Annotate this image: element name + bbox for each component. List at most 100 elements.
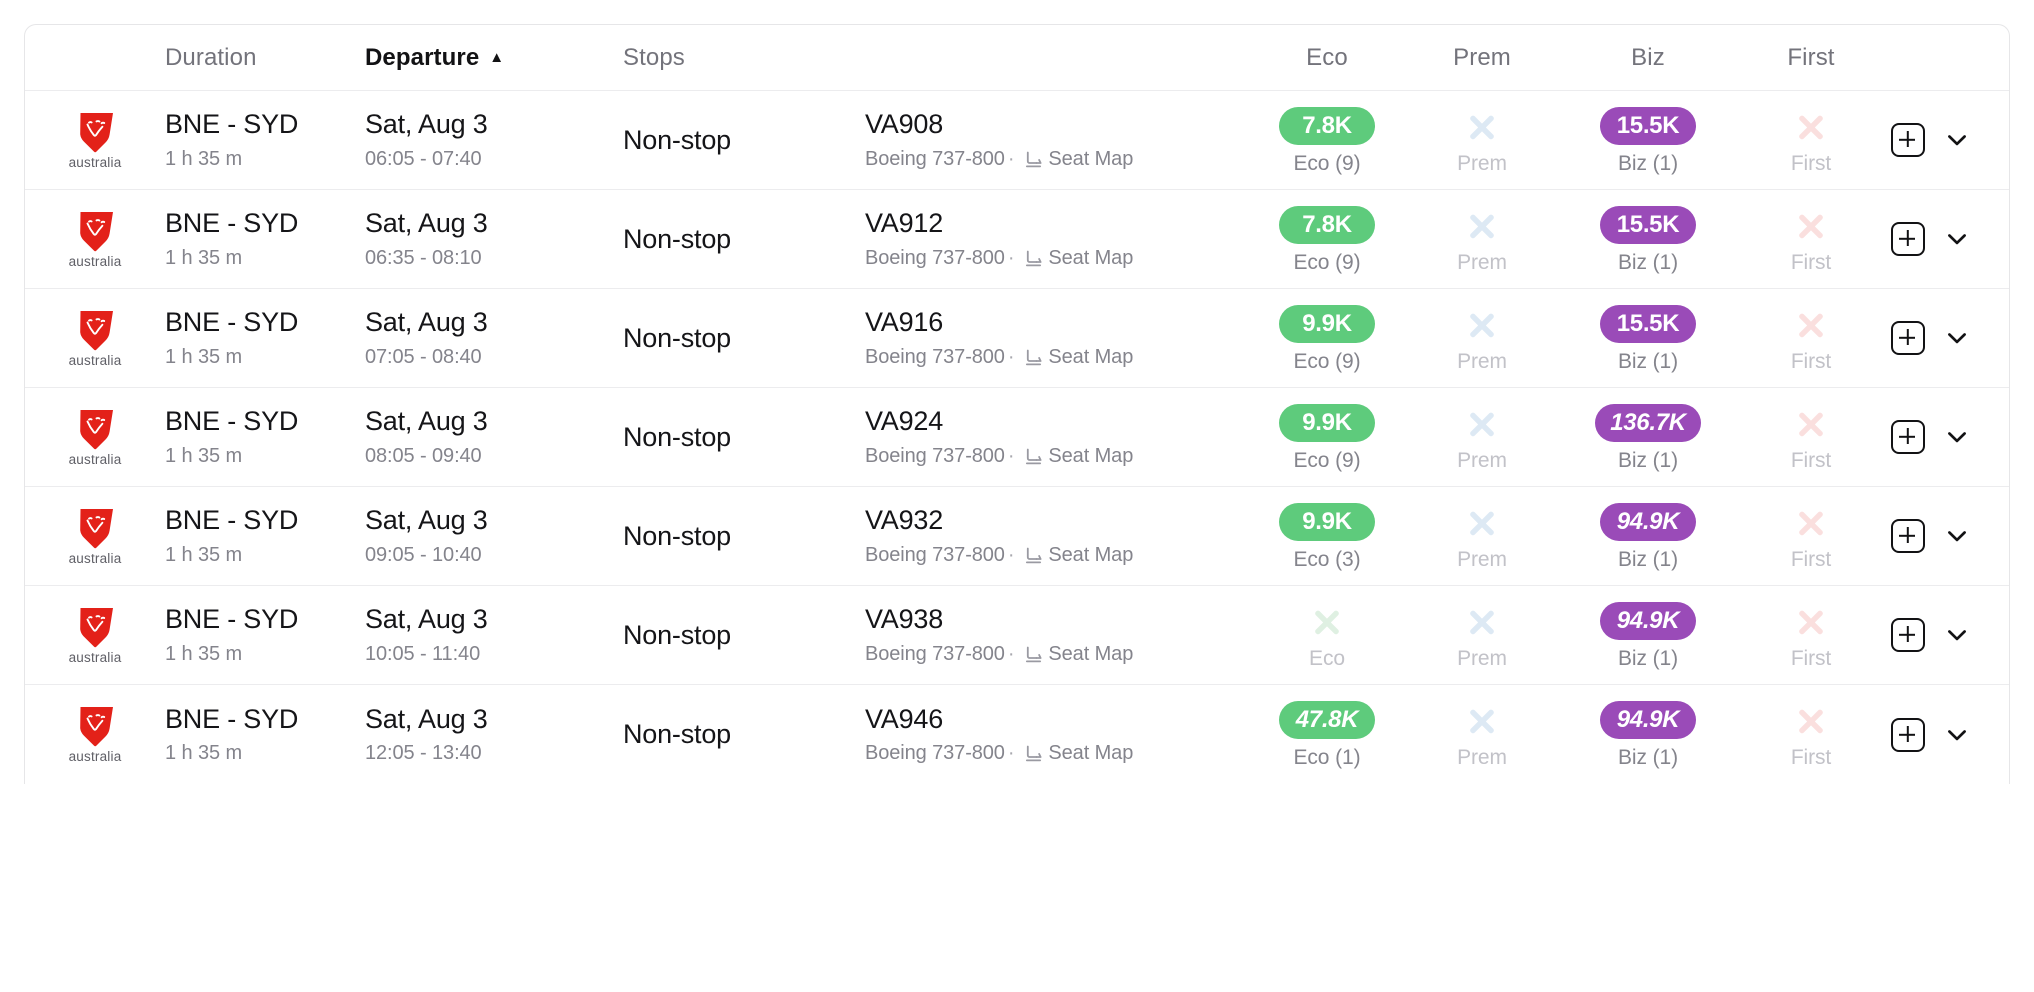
- fare-cell-biz[interactable]: 94.9K Biz (1): [1565, 601, 1731, 669]
- seat-map-link[interactable]: Seat Map: [1048, 742, 1133, 764]
- chevron-down-icon[interactable]: [1942, 422, 1972, 452]
- seat-map-link[interactable]: Seat Map: [1048, 544, 1133, 566]
- seat-map-link[interactable]: Seat Map: [1048, 346, 1133, 368]
- fare-label-first: First: [1790, 250, 1832, 274]
- departure-times-label: 10:05 - 11:40: [365, 642, 481, 665]
- flight-results-table: Duration Departure ▲ Stops Eco Prem Biz F…: [24, 24, 2010, 784]
- fare-cell-eco[interactable]: 9.9K Eco (3): [1255, 502, 1399, 570]
- fare-price-biz[interactable]: 94.9K: [1600, 701, 1696, 739]
- fare-price-biz[interactable]: 94.9K: [1600, 502, 1696, 541]
- departure-cell: Sat, Aug 3 06:35 - 08:10: [365, 208, 623, 270]
- seat-map-link[interactable]: Seat Map: [1048, 445, 1133, 467]
- flight-details-cell: VA938 Boeing 737-800 · Seat Map: [865, 604, 1255, 666]
- departure-date-label: Sat, Aug 3: [365, 208, 488, 239]
- airline-logo-cell: australia: [25, 309, 165, 368]
- fare-price-biz[interactable]: 136.7K: [1595, 403, 1701, 442]
- departure-cell: Sat, Aug 3 10:05 - 11:40: [365, 604, 623, 666]
- fare-label-eco: Eco (9): [1293, 151, 1361, 175]
- row-actions: [1891, 123, 2009, 157]
- chevron-down-icon[interactable]: [1942, 125, 1972, 155]
- flight-number-label: VA946: [865, 703, 944, 734]
- table-row[interactable]: australia BNE - SYD 1 h 35 m Sat, Aug 3 10:0…: [25, 586, 2009, 685]
- fare-cell-prem: Prem: [1399, 404, 1565, 471]
- fare-cell-eco[interactable]: 7.8K Eco (9): [1255, 205, 1399, 273]
- virgin-australia-logo-icon: [75, 210, 115, 254]
- header-prem[interactable]: Prem: [1399, 44, 1565, 72]
- fare-label-eco: Eco: [1309, 646, 1345, 670]
- fare-price-eco[interactable]: 9.9K: [1279, 403, 1375, 442]
- fare-cell-first: First: [1731, 503, 1891, 570]
- header-duration[interactable]: Duration: [165, 44, 365, 72]
- chevron-down-icon[interactable]: [1942, 224, 1972, 254]
- fare-cell-biz[interactable]: 94.9K Biz (1): [1565, 701, 1731, 768]
- table-row[interactable]: australia BNE - SYD 1 h 35 m Sat, Aug 3 06:0…: [25, 91, 2009, 190]
- plus-square-icon[interactable]: [1891, 321, 1925, 355]
- table-row[interactable]: australia BNE - SYD 1 h 35 m Sat, Aug 3 06:3…: [25, 190, 2009, 289]
- fare-cell-eco[interactable]: 47.8K Eco (1): [1255, 701, 1399, 768]
- fare-price-eco[interactable]: 47.8K: [1279, 701, 1375, 739]
- flight-number-label: VA924: [865, 406, 944, 437]
- fare-price-biz[interactable]: 15.5K: [1600, 304, 1696, 343]
- chevron-down-icon[interactable]: [1942, 323, 1972, 353]
- plus-square-icon[interactable]: [1891, 717, 1925, 752]
- table-row[interactable]: australia BNE - SYD 1 h 35 m Sat, Aug 3 12:0…: [25, 685, 2009, 784]
- header-departure[interactable]: Departure ▲: [365, 44, 623, 72]
- fare-price-biz[interactable]: 94.9K: [1600, 601, 1696, 640]
- flight-number-label: VA908: [865, 109, 944, 140]
- stops-label: Non-stop: [623, 124, 731, 155]
- fare-cell-biz[interactable]: 136.7K Biz (1): [1565, 403, 1731, 471]
- plus-square-icon[interactable]: [1891, 420, 1925, 454]
- fare-cell-biz[interactable]: 15.5K Biz (1): [1565, 304, 1731, 372]
- fare-cell-eco[interactable]: 7.8K Eco (9): [1255, 106, 1399, 175]
- fare-label-biz: Biz (1): [1618, 746, 1678, 769]
- fare-price-eco[interactable]: 7.8K: [1279, 106, 1375, 145]
- virgin-australia-logo-icon: [75, 408, 115, 452]
- table-row[interactable]: australia BNE - SYD 1 h 35 m Sat, Aug 3 09:0…: [25, 487, 2009, 586]
- virgin-australia-logo-icon: [75, 705, 115, 749]
- table-body: australia BNE - SYD 1 h 35 m Sat, Aug 3 06:0…: [25, 91, 2009, 784]
- plus-square-icon[interactable]: [1891, 618, 1925, 652]
- fare-cell-biz[interactable]: 15.5K Biz (1): [1565, 106, 1731, 174]
- seat-icon: [1017, 742, 1048, 764]
- header-first[interactable]: First: [1731, 44, 1891, 72]
- fare-price-eco[interactable]: 9.9K: [1279, 304, 1375, 343]
- fare-price-biz[interactable]: 15.5K: [1600, 205, 1696, 244]
- fare-cell-first: First: [1731, 107, 1891, 174]
- seat-icon: [1017, 247, 1048, 269]
- duration-label: 1 h 35 m: [165, 147, 243, 170]
- fare-cell-biz[interactable]: 94.9K Biz (1): [1565, 502, 1731, 570]
- seat-icon: [1017, 346, 1048, 368]
- seat-map-link[interactable]: Seat Map: [1048, 148, 1133, 170]
- route-label: BNE - SYD: [165, 505, 299, 536]
- fare-price-eco[interactable]: 9.9K: [1279, 502, 1375, 541]
- fare-cell-biz[interactable]: 15.5K Biz (1): [1565, 205, 1731, 273]
- fare-cell-eco[interactable]: 9.9K Eco (9): [1255, 304, 1399, 373]
- plus-square-icon[interactable]: [1891, 519, 1925, 553]
- x-icon: [1463, 107, 1501, 145]
- separator-dot: ·: [1007, 642, 1015, 665]
- x-icon: [1463, 503, 1501, 541]
- aircraft-label: Boeing 737-800: [865, 543, 1005, 566]
- fare-price-biz[interactable]: 15.5K: [1600, 106, 1696, 145]
- fare-price-eco[interactable]: 7.8K: [1279, 205, 1375, 244]
- chevron-down-icon[interactable]: [1942, 620, 1972, 650]
- seat-map-link[interactable]: Seat Map: [1048, 643, 1133, 665]
- x-icon: [1792, 503, 1830, 541]
- route-cell: BNE - SYD 1 h 35 m: [165, 406, 365, 468]
- header-stops[interactable]: Stops: [623, 44, 865, 72]
- seat-map-link[interactable]: Seat Map: [1048, 247, 1133, 269]
- table-row[interactable]: australia BNE - SYD 1 h 35 m Sat, Aug 3 07:0…: [25, 289, 2009, 388]
- chevron-down-icon[interactable]: [1942, 521, 1972, 551]
- plus-square-icon[interactable]: [1891, 123, 1925, 157]
- fare-cell-eco[interactable]: 9.9K Eco (9): [1255, 403, 1399, 471]
- separator-dot: ·: [1007, 742, 1015, 765]
- fare-label-eco: Eco (9): [1293, 349, 1361, 373]
- airline-logo-cell: australia: [25, 507, 165, 566]
- duration-label: 1 h 35 m: [165, 543, 243, 566]
- table-row[interactable]: australia BNE - SYD 1 h 35 m Sat, Aug 3 08:0…: [25, 388, 2009, 487]
- chevron-down-icon[interactable]: [1942, 720, 1972, 750]
- header-biz[interactable]: Biz: [1565, 44, 1731, 72]
- fare-cell-prem: Prem: [1399, 503, 1565, 570]
- plus-square-icon[interactable]: [1891, 222, 1925, 256]
- header-eco[interactable]: Eco: [1255, 44, 1399, 72]
